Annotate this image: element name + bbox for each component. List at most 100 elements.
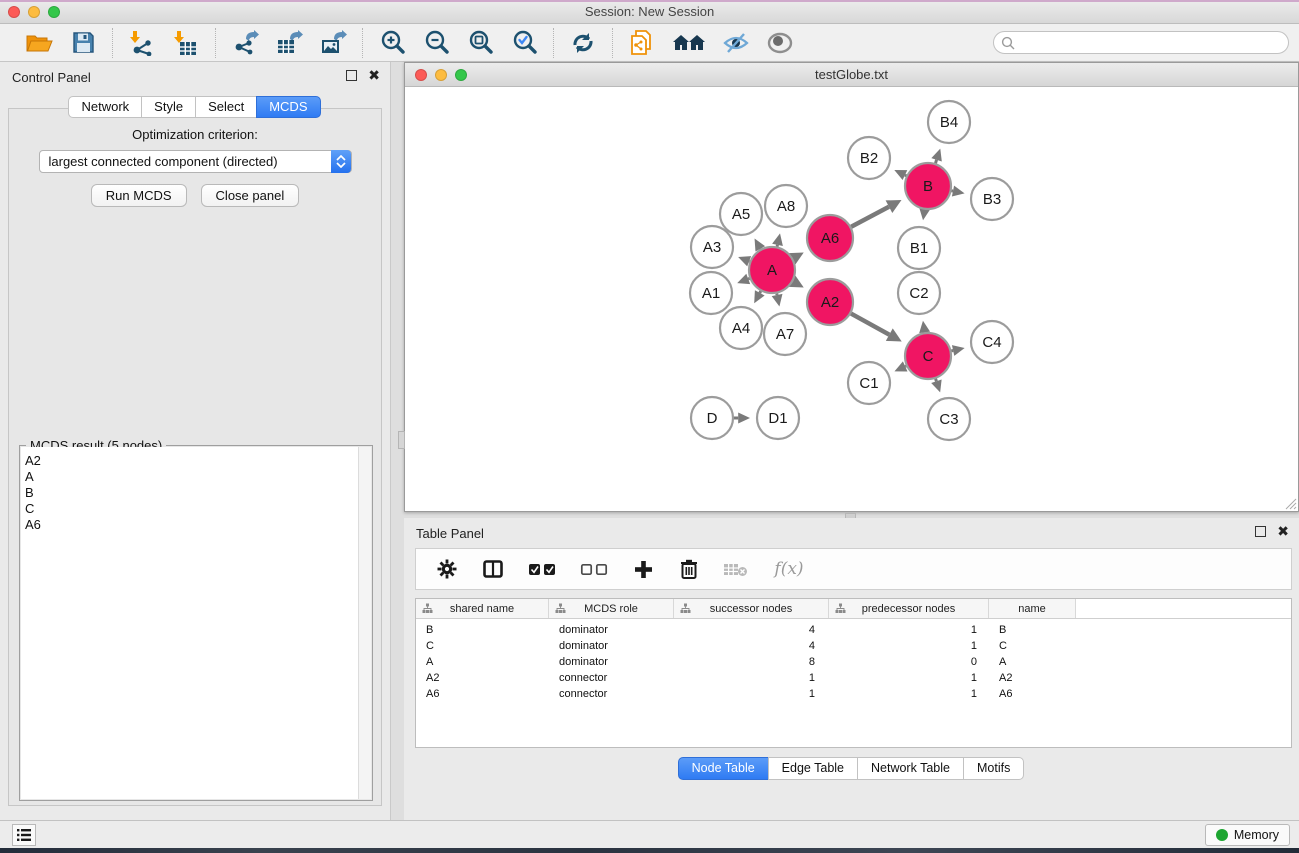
export-table-icon[interactable] bbox=[274, 28, 304, 58]
mcds-result-item[interactable]: B bbox=[25, 485, 358, 501]
tab-network-table[interactable]: Network Table bbox=[857, 757, 964, 780]
table-cell[interactable]: B bbox=[989, 624, 1076, 636]
delete-column-icon[interactable] bbox=[676, 556, 702, 582]
control-panel-tabs: Network Style Select MCDS bbox=[0, 96, 390, 118]
column-header-name[interactable]: name bbox=[989, 599, 1076, 618]
table-row[interactable]: Adominator80A bbox=[416, 654, 1291, 670]
table-cell[interactable]: 1 bbox=[829, 624, 989, 636]
resize-grip-icon[interactable] bbox=[1284, 497, 1297, 510]
function-builder-icon[interactable]: f(x) bbox=[768, 556, 810, 582]
close-panel-button[interactable]: Close panel bbox=[201, 184, 300, 207]
control-panel-float-icon[interactable] bbox=[346, 70, 357, 81]
table-row[interactable]: A2connector11A2 bbox=[416, 670, 1291, 686]
table-cell[interactable]: 8 bbox=[674, 656, 829, 668]
table-row[interactable]: A6connector11A6 bbox=[416, 686, 1291, 702]
table-cell[interactable]: A2 bbox=[416, 672, 549, 684]
show-panels-button[interactable] bbox=[12, 824, 36, 846]
zoom-selected-icon[interactable] bbox=[509, 28, 539, 58]
graph-edge-A2-C[interactable] bbox=[851, 314, 889, 335]
table-cell[interactable]: C bbox=[989, 640, 1076, 652]
import-network-icon[interactable] bbox=[127, 28, 157, 58]
table-cell[interactable]: 0 bbox=[829, 656, 989, 668]
table-cell[interactable]: A bbox=[416, 656, 549, 668]
mcds-result-item[interactable]: A2 bbox=[25, 453, 358, 469]
table-cell[interactable]: 1 bbox=[829, 672, 989, 684]
table-row[interactable]: Bdominator41B bbox=[416, 622, 1291, 638]
import-table-icon[interactable] bbox=[171, 28, 201, 58]
graph-edge-C-C3[interactable] bbox=[936, 379, 937, 381]
table-cell[interactable]: dominator bbox=[549, 640, 674, 652]
settings-gear-icon[interactable] bbox=[434, 556, 460, 582]
column-visibility-icon[interactable] bbox=[480, 556, 506, 582]
criterion-dropdown[interactable]: largest connected component (directed) bbox=[39, 150, 352, 173]
optimization-criterion-label: Optimization criterion: bbox=[9, 127, 381, 142]
zoom-fit-icon[interactable] bbox=[465, 28, 495, 58]
hide-details-icon[interactable] bbox=[721, 28, 751, 58]
memory-button[interactable]: Memory bbox=[1205, 824, 1290, 846]
graph-edge-A6-B[interactable] bbox=[851, 207, 889, 227]
table-cell[interactable]: 4 bbox=[674, 640, 829, 652]
mcds-result-item[interactable]: C bbox=[25, 501, 358, 517]
network-window-title-bar[interactable]: testGlobe.txt bbox=[405, 63, 1298, 87]
mcds-result-item[interactable]: A6 bbox=[25, 517, 358, 533]
table-cell[interactable]: connector bbox=[549, 688, 674, 700]
table-cell[interactable]: B bbox=[416, 624, 549, 636]
main-title-bar: Session: New Session bbox=[0, 0, 1299, 24]
run-mcds-button[interactable]: Run MCDS bbox=[91, 184, 187, 207]
tab-edge-table[interactable]: Edge Table bbox=[768, 757, 858, 780]
export-image-icon[interactable] bbox=[318, 28, 348, 58]
deselect-all-icon[interactable] bbox=[578, 556, 610, 582]
table-cell[interactable]: 1 bbox=[674, 672, 829, 684]
zoom-out-icon[interactable] bbox=[421, 28, 451, 58]
table-toolbar: f(x) bbox=[415, 548, 1292, 590]
table-cell[interactable]: A6 bbox=[416, 688, 549, 700]
left-resize-handle[interactable] bbox=[398, 431, 405, 449]
table-cell[interactable]: 1 bbox=[829, 688, 989, 700]
column-header-mcds-role[interactable]: MCDS role bbox=[549, 599, 674, 618]
tab-network[interactable]: Network bbox=[68, 96, 142, 118]
table-cell[interactable]: dominator bbox=[549, 656, 674, 668]
clone-network-icon[interactable] bbox=[627, 28, 657, 58]
network-canvas[interactable]: B4B2BB3A8A5A6A3B1AA1C2A2A4A7C4CC1DD1C3 bbox=[405, 88, 1298, 511]
graph-edge-A-A4[interactable] bbox=[760, 291, 761, 293]
tab-motifs[interactable]: Motifs bbox=[963, 757, 1024, 780]
column-header-predecessor-nodes[interactable]: predecessor nodes bbox=[829, 599, 989, 618]
zoom-in-icon[interactable] bbox=[377, 28, 407, 58]
export-network-icon[interactable] bbox=[230, 28, 260, 58]
table-cell[interactable]: C bbox=[416, 640, 549, 652]
network-graph[interactable]: B4B2BB3A8A5A6A3B1AA1C2A2A4A7C4CC1DD1C3 bbox=[405, 88, 1298, 511]
birdseye-icon[interactable] bbox=[765, 28, 795, 58]
add-column-icon[interactable] bbox=[630, 556, 656, 582]
mcds-result-scrollbar[interactable] bbox=[358, 447, 371, 799]
save-session-icon[interactable] bbox=[68, 28, 98, 58]
table-cell[interactable]: 4 bbox=[674, 624, 829, 636]
graph-edge-B-B4[interactable] bbox=[935, 160, 936, 163]
control-panel-close-icon[interactable]: ✖ bbox=[368, 70, 380, 81]
graph-arrowhead bbox=[931, 149, 941, 162]
column-header-successor-nodes[interactable]: successor nodes bbox=[674, 599, 829, 618]
search-field[interactable] bbox=[993, 31, 1289, 54]
table-cell[interactable]: connector bbox=[549, 672, 674, 684]
table-cell[interactable]: 1 bbox=[829, 640, 989, 652]
table-cell[interactable]: A2 bbox=[989, 672, 1076, 684]
table-cell[interactable]: A bbox=[989, 656, 1076, 668]
column-header-shared-name[interactable]: shared name bbox=[416, 599, 549, 618]
table-panel-close-icon[interactable]: ✖ bbox=[1277, 526, 1289, 537]
first-neighbors-icon[interactable] bbox=[671, 28, 707, 58]
table-row[interactable]: Cdominator41C bbox=[416, 638, 1291, 654]
mcds-result-item[interactable]: A bbox=[25, 469, 358, 485]
graph-edge-B-B2[interactable] bbox=[905, 175, 906, 176]
tab-mcds[interactable]: MCDS bbox=[256, 96, 320, 118]
table-cell[interactable]: A6 bbox=[989, 688, 1076, 700]
table-panel-float-icon[interactable] bbox=[1255, 526, 1266, 537]
tab-node-table[interactable]: Node Table bbox=[678, 757, 769, 780]
table-cell[interactable]: 1 bbox=[674, 688, 829, 700]
tab-select[interactable]: Select bbox=[195, 96, 257, 118]
table-cell[interactable]: dominator bbox=[549, 624, 674, 636]
delete-table-icon[interactable] bbox=[722, 556, 748, 582]
tab-style[interactable]: Style bbox=[141, 96, 196, 118]
apply-layout-icon[interactable] bbox=[568, 28, 598, 58]
open-file-icon[interactable] bbox=[24, 28, 54, 58]
search-input[interactable] bbox=[1015, 36, 1288, 50]
select-all-icon[interactable] bbox=[526, 556, 558, 582]
